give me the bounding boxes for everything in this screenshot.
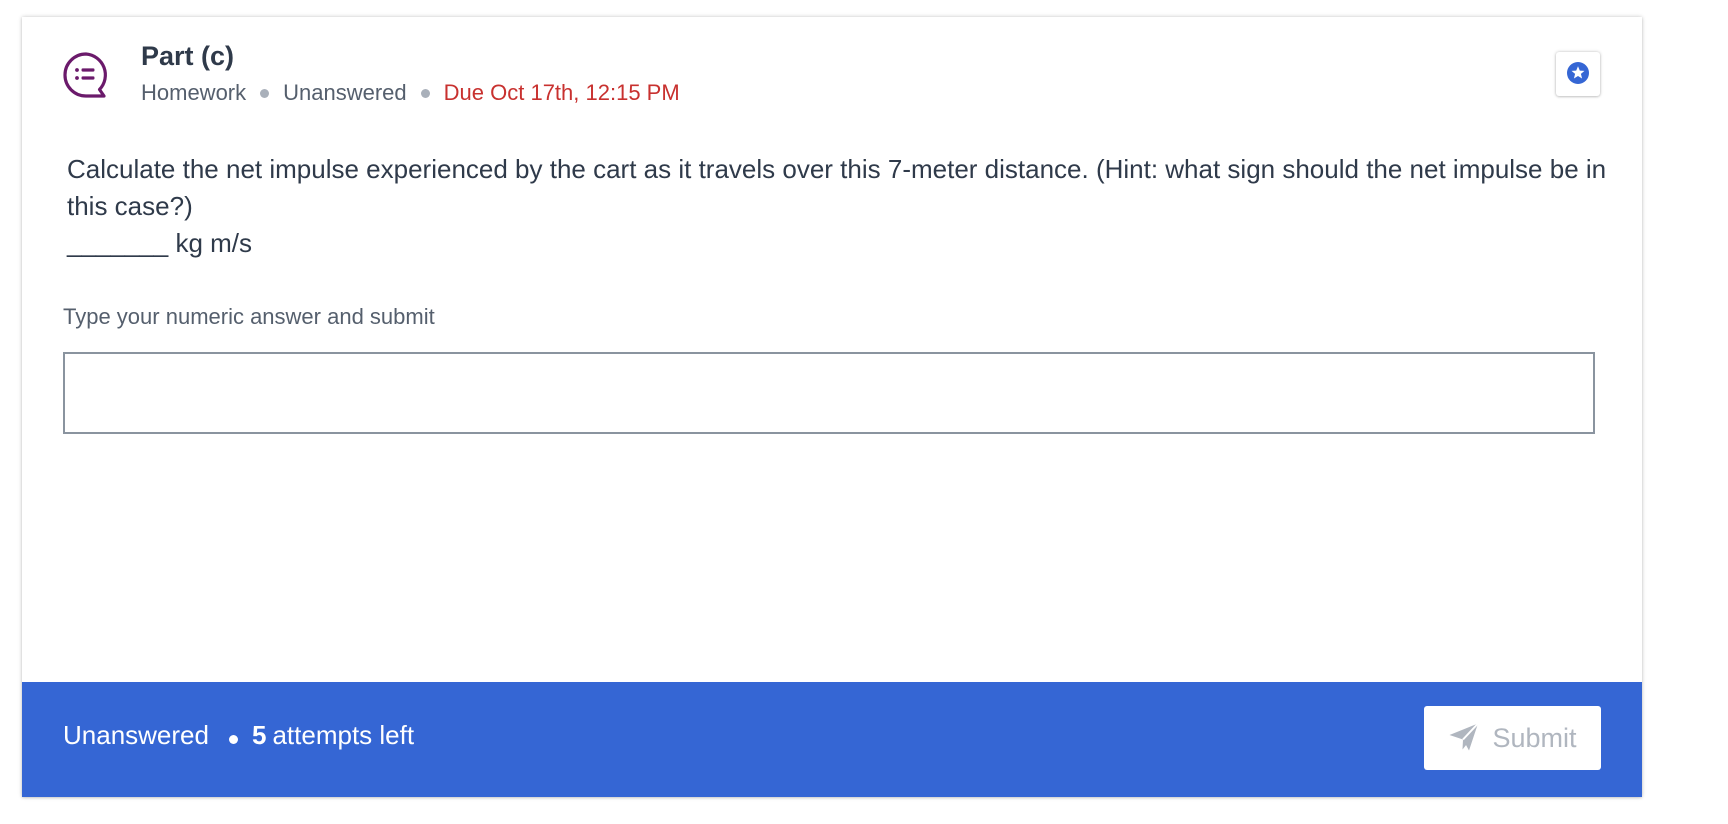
submit-label: Submit <box>1492 722 1577 753</box>
question-prompt: Calculate the net impulse experienced by… <box>67 154 1607 221</box>
question-card: Part (c) Homework Unanswered Due Oct 17t… <box>22 17 1642 797</box>
assignment-type: Homework <box>141 80 247 105</box>
separator-dot <box>420 88 430 98</box>
answer-label: Type your numeric answer and submit <box>63 304 435 329</box>
question-meta: Homework Unanswered Due Oct 17th, 12:15 … <box>141 80 680 106</box>
star-badge-icon <box>1566 61 1590 88</box>
footer-answer-status: Unanswered <box>63 720 209 750</box>
answer-status: Unanswered <box>283 80 407 105</box>
paper-plane-icon <box>1448 722 1480 755</box>
due-date: Due Oct 17th, 12:15 PM <box>443 80 680 105</box>
attempts-count: 5 <box>251 720 267 750</box>
separator-dot <box>260 88 270 98</box>
question-list-chat-icon <box>62 51 110 99</box>
part-title: Part (c) <box>141 41 235 71</box>
numeric-answer-input[interactable] <box>63 352 1595 434</box>
answer-unit: kg m/s <box>175 228 253 258</box>
answer-blank-line: _______ kg m/s <box>67 225 1617 262</box>
star-button[interactable] <box>1556 52 1600 96</box>
submission-footer: Unanswered 5 attempts left Submit <box>22 682 1642 797</box>
separator-dot <box>228 735 238 744</box>
question-text: Calculate the net impulse experienced by… <box>67 151 1617 262</box>
attempts-label: attempts left <box>272 720 415 750</box>
submit-button[interactable]: Submit <box>1424 706 1601 770</box>
footer-status: Unanswered 5 attempts left <box>63 720 414 751</box>
answer-blank: _______ <box>67 228 169 258</box>
